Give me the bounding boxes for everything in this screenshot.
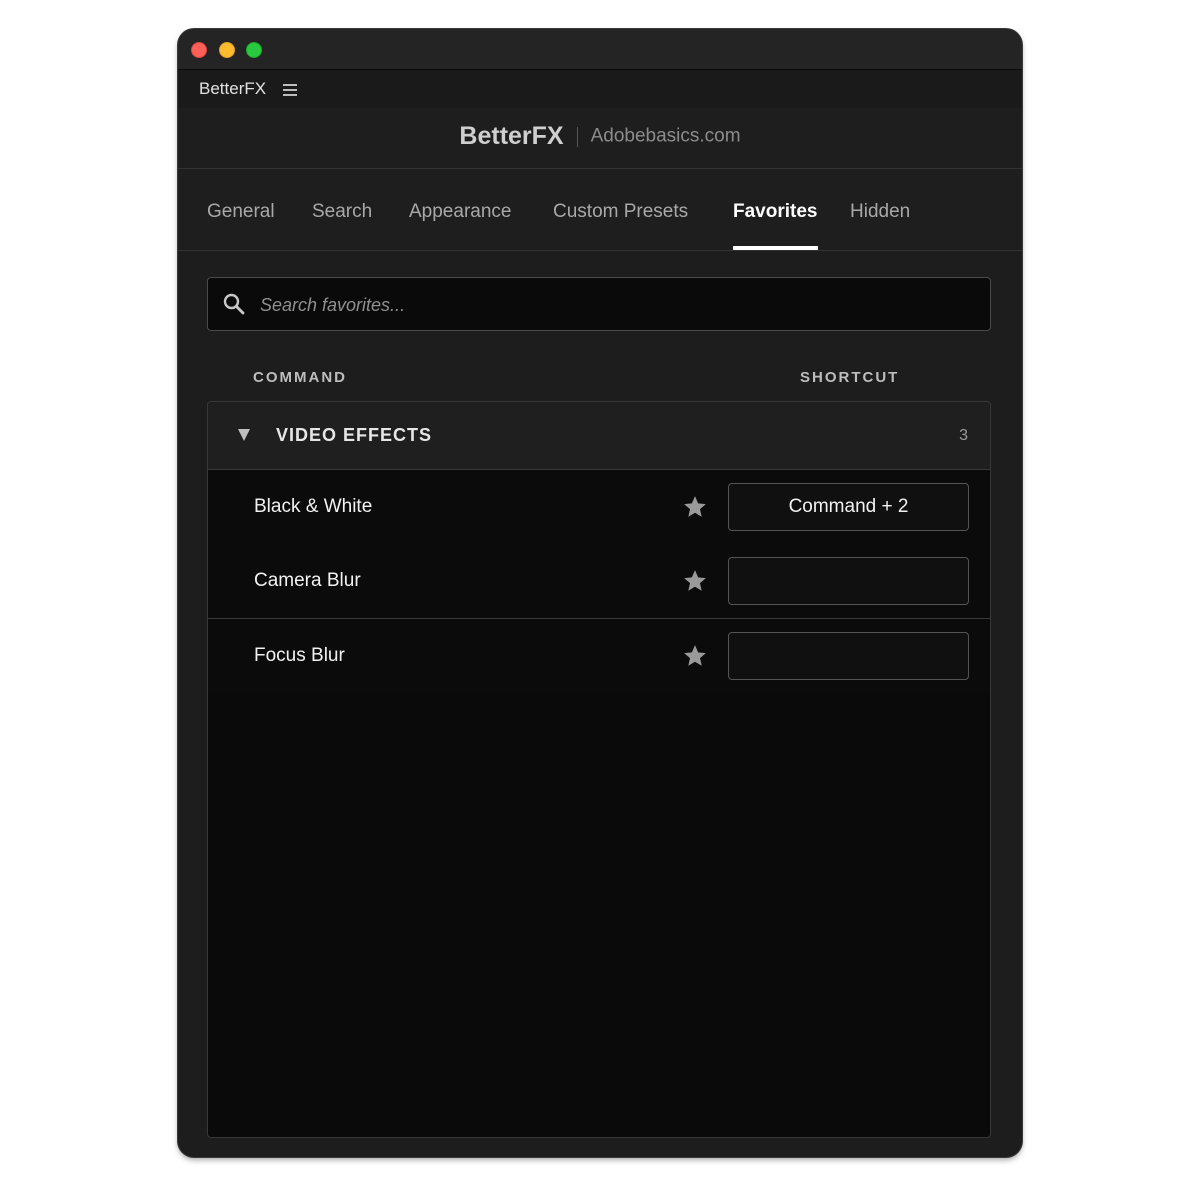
- list-item[interactable]: Focus Blur: [208, 619, 990, 693]
- active-tab-indicator: [733, 246, 818, 250]
- search-input[interactable]: [258, 286, 962, 324]
- tab-favorites[interactable]: Favorites: [733, 201, 817, 223]
- command-name: Camera Blur: [254, 570, 361, 591]
- tab-general[interactable]: General: [207, 201, 275, 223]
- maximize-window-button[interactable]: [246, 42, 262, 58]
- brand-name: BetterFX: [459, 122, 564, 150]
- group-count: 3: [959, 427, 968, 444]
- window-titlebar[interactable]: [178, 29, 1022, 70]
- command-column-header: COMMAND: [253, 369, 347, 386]
- command-name: Black & White: [254, 496, 373, 517]
- star-icon[interactable]: [682, 568, 708, 594]
- list-item[interactable]: Camera Blur: [208, 544, 990, 619]
- shortcut-field[interactable]: [728, 557, 969, 605]
- caret-down-icon[interactable]: [238, 429, 250, 441]
- command-name: Focus Blur: [254, 645, 345, 666]
- search-field[interactable]: [207, 277, 991, 331]
- brand-banner: BetterFX Adobebasics.com: [178, 108, 1022, 169]
- favorites-list: VIDEO EFFECTS 3 Black & White Command + …: [207, 401, 991, 1138]
- brand-divider: [576, 126, 578, 147]
- shortcut-field[interactable]: [728, 632, 969, 680]
- group-header-video-effects[interactable]: VIDEO EFFECTS 3: [208, 402, 990, 470]
- tab-custom-presets[interactable]: Custom Presets: [553, 201, 688, 223]
- group-title: VIDEO EFFECTS: [276, 425, 433, 445]
- brand-website: Adobebasics.com: [590, 125, 741, 147]
- close-window-button[interactable]: [191, 42, 207, 58]
- app-header: BetterFX: [178, 70, 1022, 108]
- star-icon[interactable]: [682, 494, 708, 520]
- app-title: BetterFX: [199, 79, 267, 98]
- search-icon: [223, 293, 245, 315]
- tab-hidden[interactable]: Hidden: [850, 201, 910, 223]
- minimize-window-button[interactable]: [219, 42, 235, 58]
- hamburger-menu-icon[interactable]: [283, 84, 297, 96]
- app-window: BetterFX BetterFX Adobebasics.com General…: [178, 29, 1022, 1157]
- shortcut-field[interactable]: Command + 2: [728, 483, 969, 531]
- shortcut-column-header: SHORTCUT: [800, 369, 900, 386]
- list-item[interactable]: Black & White Command + 2: [208, 470, 990, 545]
- tab-bar: General Search Appearance Custom Presets…: [178, 169, 1022, 251]
- tab-appearance[interactable]: Appearance: [409, 201, 511, 223]
- tab-search[interactable]: Search: [312, 201, 372, 223]
- star-icon[interactable]: [682, 643, 708, 669]
